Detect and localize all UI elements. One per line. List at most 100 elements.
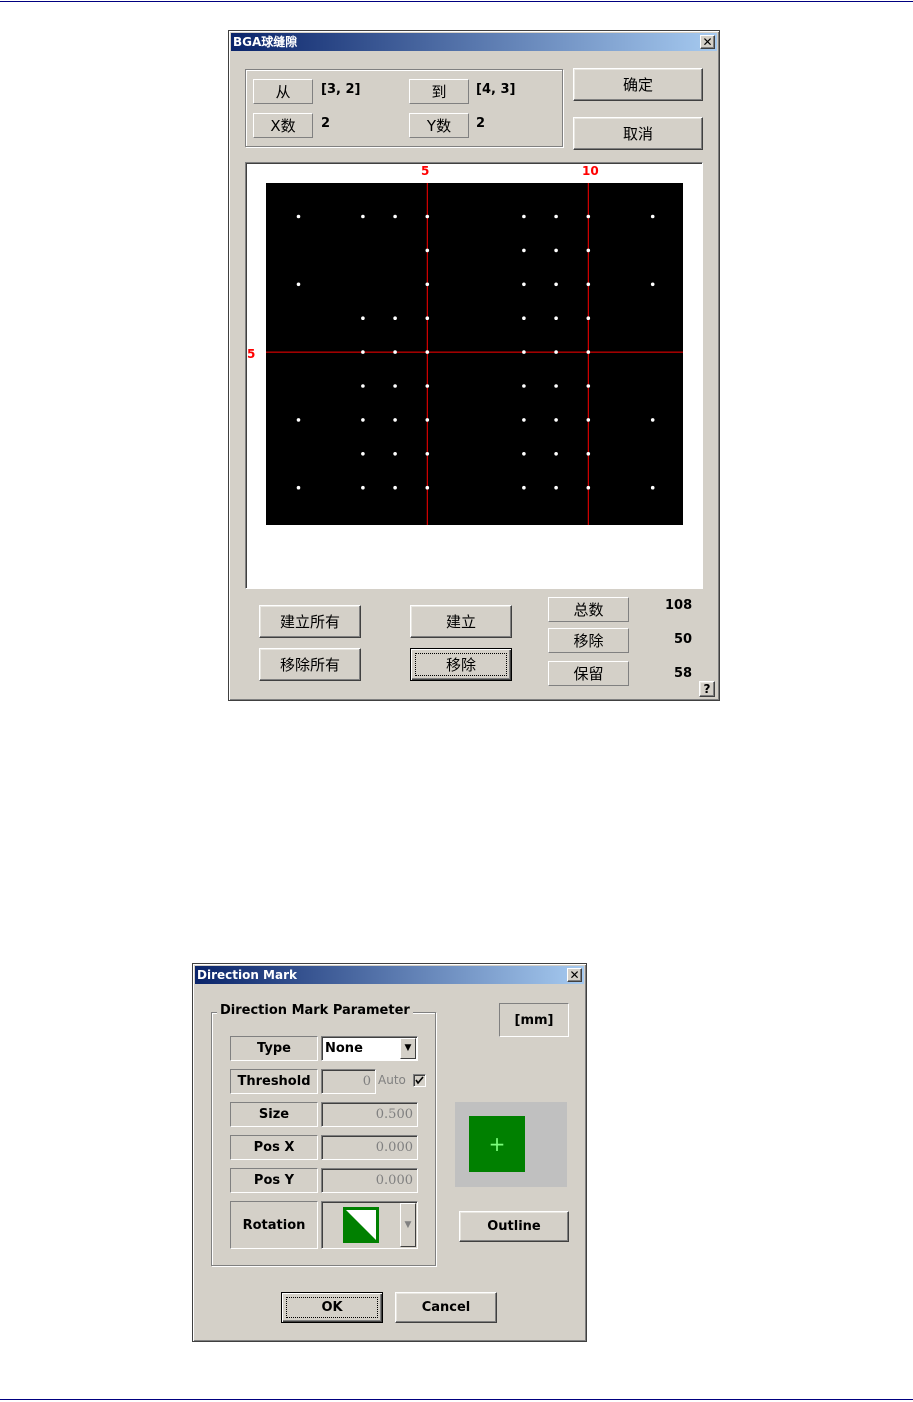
to-label: 到 xyxy=(409,79,469,104)
x-count-value: 2 xyxy=(321,116,331,131)
auto-checkbox[interactable] xyxy=(413,1074,426,1087)
close-icon[interactable]: ✕ xyxy=(567,968,582,982)
solder-ball xyxy=(554,384,558,388)
solder-ball xyxy=(425,282,430,287)
solder-ball xyxy=(586,248,591,253)
solder-ball xyxy=(361,485,365,490)
solder-ball xyxy=(586,384,591,388)
solder-ball xyxy=(522,485,526,490)
checkmark-icon xyxy=(415,1076,424,1085)
solder-ball xyxy=(522,418,526,422)
outline-button[interactable]: Outline xyxy=(459,1211,569,1242)
pos-y-label: Pos Y xyxy=(230,1168,318,1193)
direction-dialog-title: Direction Mark xyxy=(197,968,297,982)
x-count-label: X数 xyxy=(253,113,313,138)
solder-ball xyxy=(650,418,655,422)
solder-ball xyxy=(650,214,655,219)
remove-button[interactable]: 移除 xyxy=(410,648,512,681)
mark-preview: + xyxy=(455,1102,567,1187)
solder-ball xyxy=(586,485,591,490)
solder-ball xyxy=(650,485,655,490)
chevron-down-icon[interactable]: ▼ xyxy=(400,1038,416,1059)
bga-dialog-title: BGA球缝隙 xyxy=(233,35,298,49)
build-button[interactable]: 建立 xyxy=(410,605,512,638)
solder-ball xyxy=(586,350,591,354)
build-all-button[interactable]: 建立所有 xyxy=(259,605,361,638)
y-count-value: 2 xyxy=(476,116,486,131)
solder-ball xyxy=(586,316,591,320)
close-icon[interactable]: ✕ xyxy=(700,35,715,49)
chevron-down-icon[interactable]: ▼ xyxy=(400,1203,416,1247)
rotation-select[interactable]: ▼ xyxy=(321,1201,418,1249)
kept-label: 保留 xyxy=(548,661,629,686)
solder-ball xyxy=(522,384,526,388)
solder-ball xyxy=(393,316,397,320)
solder-ball xyxy=(361,316,365,320)
from-label: 从 xyxy=(253,79,313,104)
cancel-button[interactable]: 取消 xyxy=(573,117,703,150)
solder-ball xyxy=(425,384,430,388)
column-axis-label-5: 5 xyxy=(421,164,430,178)
remove-all-button[interactable]: 移除所有 xyxy=(259,648,361,681)
total-value: 108 xyxy=(665,598,693,613)
removed-label: 移除 xyxy=(548,628,629,653)
solder-ball xyxy=(393,350,397,354)
ok-button[interactable]: 确定 xyxy=(573,68,703,101)
bga-dialog-titlebar[interactable]: BGA球缝隙 xyxy=(231,33,717,51)
solder-ball xyxy=(393,384,397,388)
solder-ball xyxy=(361,452,365,456)
solder-ball xyxy=(393,485,397,490)
y-count-label: Y数 xyxy=(409,113,469,138)
page-bottom-rule xyxy=(0,1399,913,1400)
bga-ball-viewer[interactable]: 5 10 5 xyxy=(245,162,703,589)
ok-button[interactable]: OK xyxy=(281,1292,383,1323)
solder-ball xyxy=(522,214,526,219)
solder-ball xyxy=(554,485,558,490)
type-select-value: None xyxy=(325,1041,363,1056)
solder-ball xyxy=(296,214,301,219)
solder-ball xyxy=(425,485,430,490)
solder-ball xyxy=(522,282,526,287)
mark-preview-square: + xyxy=(469,1116,525,1172)
help-icon[interactable]: ? xyxy=(699,681,715,697)
bga-gap-dialog: BGA球缝隙 ✕ 从 [3, 2] 到 [4, 3] X数 2 Y数 2 确定 … xyxy=(228,30,720,701)
solder-ball xyxy=(361,350,365,354)
rotation-triangle-icon xyxy=(343,1207,379,1243)
solder-ball xyxy=(361,418,365,422)
solder-ball xyxy=(393,214,397,219)
crosshair-icon: + xyxy=(488,1132,506,1156)
solder-ball xyxy=(554,418,558,422)
type-select[interactable]: None ▼ xyxy=(321,1036,418,1061)
size-field[interactable]: 0.500 xyxy=(321,1102,418,1127)
grid-background xyxy=(266,183,683,525)
solder-ball xyxy=(586,452,591,456)
threshold-field[interactable]: 0 xyxy=(321,1069,376,1094)
solder-ball xyxy=(522,248,526,253)
from-value: [3, 2] xyxy=(321,82,361,97)
kept-value: 58 xyxy=(674,666,693,681)
pos-x-label: Pos X xyxy=(230,1135,318,1160)
solder-ball xyxy=(393,418,397,422)
solder-ball xyxy=(586,418,591,422)
auto-label: Auto xyxy=(378,1073,406,1087)
pos-x-field[interactable]: 0.000 xyxy=(321,1135,418,1160)
direction-dialog-titlebar[interactable]: Direction Mark xyxy=(195,966,584,984)
ball-grid-canvas[interactable] xyxy=(266,183,683,525)
solder-ball xyxy=(554,282,558,287)
rotation-label: Rotation xyxy=(230,1201,318,1249)
pos-y-field[interactable]: 0.000 xyxy=(321,1168,418,1193)
solder-ball xyxy=(522,350,526,354)
page-top-rule xyxy=(0,1,913,2)
solder-ball xyxy=(554,350,558,354)
threshold-label: Threshold xyxy=(230,1069,318,1094)
size-label: Size xyxy=(230,1102,318,1127)
row-axis-label-5: 5 xyxy=(247,347,256,361)
solder-ball xyxy=(554,248,558,253)
cancel-button[interactable]: Cancel xyxy=(395,1292,497,1323)
direction-mark-dialog: Direction Mark ✕ Direction Mark Paramete… xyxy=(192,963,587,1342)
solder-ball xyxy=(650,282,655,287)
solder-ball xyxy=(425,316,430,320)
solder-ball xyxy=(554,452,558,456)
solder-ball xyxy=(296,418,301,422)
solder-ball xyxy=(522,316,526,320)
